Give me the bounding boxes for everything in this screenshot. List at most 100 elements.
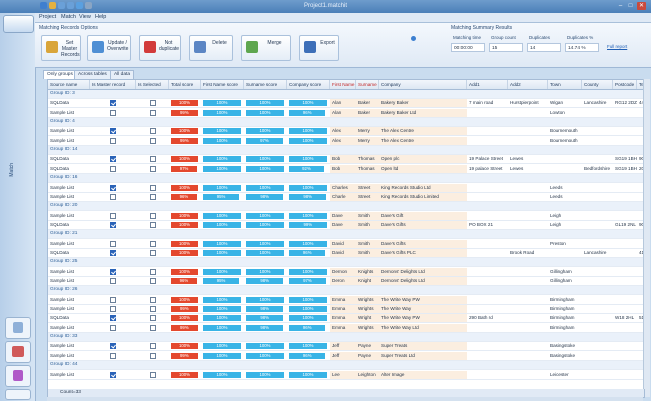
group-label[interactable]: Group ID: 25 [50, 258, 77, 266]
selected-checkbox[interactable] [149, 184, 156, 191]
master-record-checkbox[interactable] [110, 268, 116, 275]
master-record-checkbox[interactable] [110, 240, 116, 247]
group-row[interactable]: Group ID: 26 [48, 286, 644, 296]
column-header-add2[interactable]: Add2 [508, 80, 548, 89]
maximize-button[interactable]: □ [626, 2, 635, 10]
selected-checkbox[interactable] [149, 278, 156, 284]
master-record-checkbox[interactable] [110, 306, 116, 313]
table-row[interactable]: Sample List 99% 100% 100% 96% Alan Baker Bakery… [48, 108, 644, 118]
selected-checkbox[interactable] [149, 100, 156, 107]
master-record-checkbox[interactable] [110, 156, 116, 163]
menu-help[interactable]: Help [95, 14, 106, 20]
master-record-checkbox[interactable] [110, 137, 116, 144]
group-row[interactable]: Group ID: 21 [48, 230, 644, 240]
group-label[interactable]: Group ID: 21 [50, 230, 77, 238]
selected-checkbox[interactable] [149, 306, 156, 313]
master-record-checkbox[interactable] [110, 249, 116, 256]
group-row[interactable]: Group ID: 33 [48, 333, 644, 343]
table-row[interactable]: Sample List 100% 100% 100% 100% Dave Smith Dave… [48, 211, 644, 221]
master-record-checkbox[interactable] [110, 193, 116, 200]
merge-button[interactable]: Merge [241, 35, 291, 61]
master-record-checkbox[interactable] [110, 343, 116, 350]
group-label[interactable]: Group ID: 4 [50, 118, 75, 126]
group-row[interactable]: Group ID: 44 [48, 361, 644, 371]
set-master-records-button[interactable]: Set Master Records [41, 35, 81, 61]
table-row[interactable]: SQLData 100% 100% 100% 100% Bob Thomas Open plc… [48, 155, 644, 165]
table-row[interactable]: Sample List 100% 100% 100% 100% David Smith Dav… [48, 239, 644, 249]
export-button[interactable]: Export [299, 35, 339, 61]
table-row[interactable]: Sample List 100% 100% 100% 100% Jeff Payne Supe… [48, 342, 644, 352]
selected-checkbox[interactable] [149, 324, 156, 331]
selected-checkbox[interactable] [149, 128, 156, 135]
selected-checkbox[interactable] [149, 315, 156, 322]
update-overwrite-button[interactable]: Update / Overwrite [87, 35, 131, 61]
table-row[interactable]: Sample List 99% 100% 97% 100% Alex Merry The Al… [48, 136, 644, 146]
table-row[interactable]: Sample List 100% 100% 100% 100% Lee Leighton Al… [48, 370, 644, 380]
selected-checkbox[interactable] [149, 212, 156, 219]
expand-icon[interactable] [5, 389, 31, 400]
master-record-checkbox[interactable] [110, 371, 116, 378]
column-header-source-name[interactable]: Source name [48, 80, 90, 89]
column-header-surname-score[interactable]: Surname score [244, 80, 287, 89]
selected-checkbox[interactable] [149, 352, 156, 359]
master-record-checkbox[interactable] [110, 221, 116, 228]
group-row[interactable]: Group ID: 16 [48, 174, 644, 184]
master-record-checkbox[interactable] [110, 100, 116, 107]
selected-checkbox[interactable] [149, 221, 156, 228]
column-header-county[interactable]: County [582, 80, 613, 89]
table-row[interactable]: SQLData 100% 100% 100% 99% Dave Smith Dave's Gi… [48, 220, 644, 230]
group-label[interactable]: Group ID: 26 [50, 286, 77, 294]
match-side-label[interactable]: Match [9, 163, 25, 177]
table-row[interactable]: Sample List 99% 100% 98% 96% Emma Wrights The W… [48, 323, 644, 333]
menu-project[interactable]: Project [39, 14, 56, 20]
selected-checkbox[interactable] [149, 268, 156, 275]
report-icon[interactable] [5, 365, 31, 387]
selected-checkbox[interactable] [149, 343, 156, 350]
column-header-company[interactable]: Company [379, 80, 467, 89]
delete-button[interactable]: Delete [189, 35, 233, 61]
horizontal-scrollbar[interactable] [47, 397, 643, 401]
group-row[interactable]: Group ID: 20 [48, 202, 644, 212]
tab-across-tables[interactable]: Across tables [74, 70, 111, 79]
database-icon[interactable] [5, 317, 31, 339]
group-row[interactable]: Group ID: 14 [48, 146, 644, 156]
selected-checkbox[interactable] [149, 109, 156, 116]
table-row[interactable]: Sample List 100% 100% 100% 100% Charles Street… [48, 183, 644, 193]
group-label[interactable]: Group ID: 14 [50, 146, 77, 154]
column-header-surname[interactable]: Surname [356, 80, 379, 89]
column-header-first-name[interactable]: First Name [330, 80, 356, 89]
master-record-checkbox[interactable] [110, 109, 116, 116]
master-record-checkbox[interactable] [110, 184, 116, 191]
master-record-checkbox[interactable] [110, 128, 116, 135]
table-row[interactable]: Sample List 100% 100% 100% 100% Dernon Knights… [48, 267, 644, 277]
selected-checkbox[interactable] [149, 240, 156, 247]
selected-checkbox[interactable] [149, 165, 156, 172]
table-row[interactable]: SQLData 100% 100% 98% 100% Emma Wright The Writ… [48, 314, 644, 324]
menu-view[interactable]: View [79, 14, 91, 20]
table-row[interactable]: Sample List 100% 100% 100% 100% Emma Wrights Th… [48, 295, 644, 305]
master-record-checkbox[interactable] [110, 165, 116, 172]
column-header-add1[interactable]: Add1 [467, 80, 508, 89]
group-label[interactable]: Group ID: 3 [50, 90, 75, 98]
info-icon[interactable] [411, 36, 416, 41]
table-row[interactable]: Sample List 100% 100% 100% 100% Alex Merry The … [48, 127, 644, 137]
selected-checkbox[interactable] [149, 296, 156, 303]
vertical-scrollbar[interactable] [643, 79, 650, 397]
selected-checkbox[interactable] [149, 156, 156, 163]
match-tools-icon[interactable] [5, 341, 31, 363]
selected-checkbox[interactable] [149, 193, 156, 200]
group-row[interactable]: Group ID: 4 [48, 118, 644, 128]
selected-checkbox[interactable] [149, 137, 156, 144]
column-header-total-score[interactable]: Total score [169, 80, 201, 89]
selected-checkbox[interactable] [149, 371, 156, 378]
tab-all-data[interactable]: All data [110, 70, 134, 79]
table-row[interactable]: Sample List 99% 100% 100% 96% Jeff Payne Super … [48, 351, 644, 361]
column-header-town[interactable]: Town [548, 80, 582, 89]
full-report-link[interactable]: Full report [607, 44, 627, 49]
table-row[interactable]: Sample List 96% 95% 98% 98% Charle Street King … [48, 192, 644, 202]
menu-match[interactable]: Match [61, 14, 76, 20]
table-row[interactable]: SQLData 100% 100% 100% 96% David Smith Dave's G… [48, 248, 644, 258]
column-header-first-name-score[interactable]: First Name score [201, 80, 244, 89]
not-duplicate-button[interactable]: Not duplicate [139, 35, 181, 61]
master-record-checkbox[interactable] [110, 278, 116, 284]
